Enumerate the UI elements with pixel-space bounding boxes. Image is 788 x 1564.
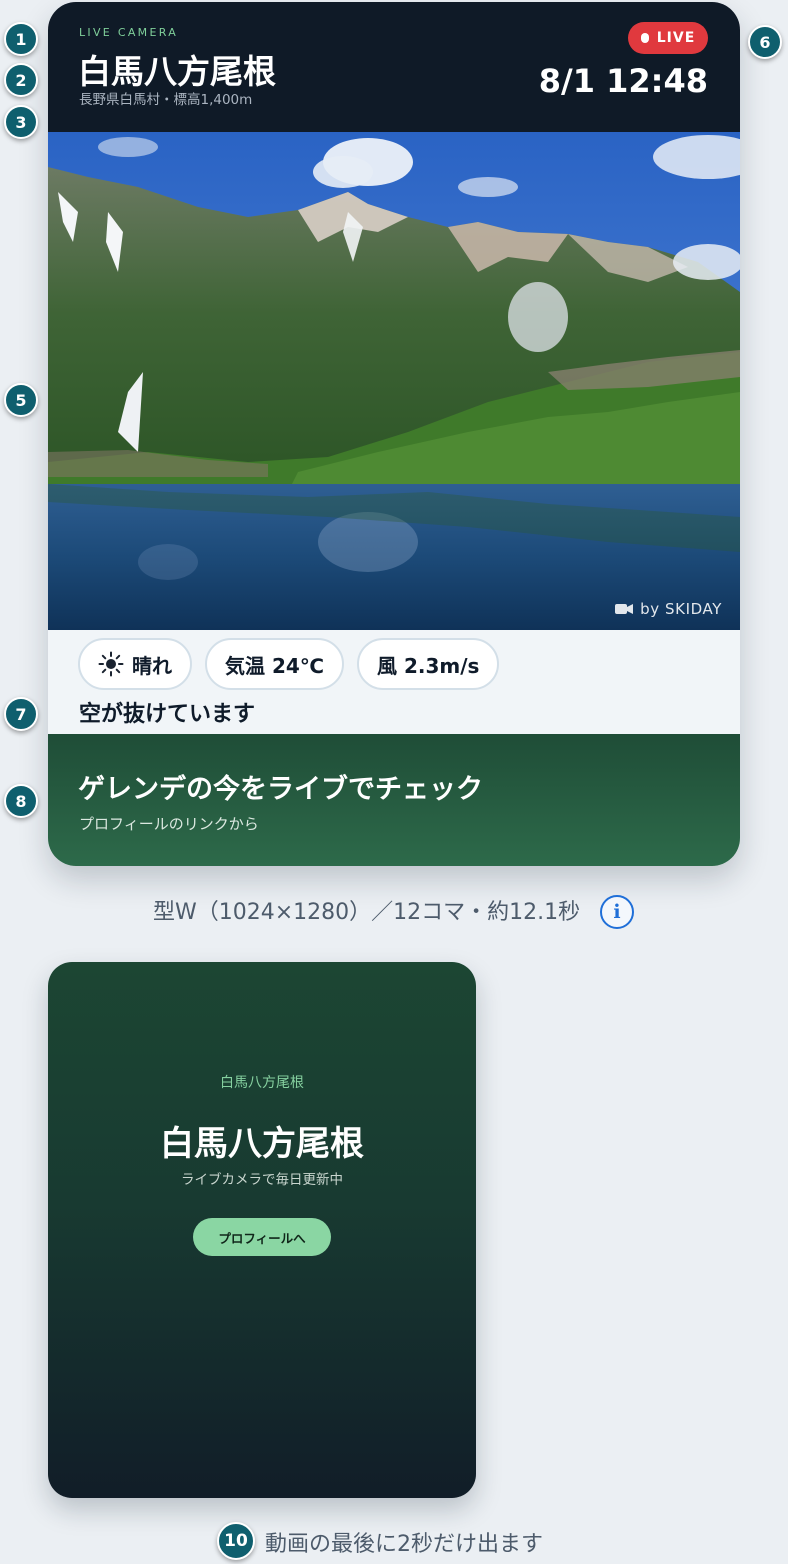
end-card: 白馬八方尾根 白馬八方尾根 ライブカメラで毎日更新中 プロフィールへ (48, 962, 476, 1498)
end-card-subtitle: ライブカメラで毎日更新中 (181, 1172, 343, 1188)
mountain-lake-scene (48, 132, 740, 630)
annotation-badge-3: 3 (4, 105, 38, 139)
annotation-badge-8: 8 (4, 784, 38, 818)
temperature-chip: 気温 24℃ (205, 638, 345, 690)
end-card-caption: 動画の最後に2秒だけ出ます (265, 1532, 543, 1557)
weather-chip: 晴れ (78, 638, 192, 690)
location-subtitle: 長野県白馬村・標高1,400m (79, 92, 253, 108)
wind-label: 風 2.3m/s (377, 653, 480, 678)
wind-chip: 風 2.3m/s (357, 638, 500, 690)
live-label: LIVE (656, 30, 696, 46)
annotation-badge-7: 7 (4, 697, 38, 731)
annotation-badge-2: 2 (4, 63, 38, 97)
credit-text: by SKIDAY (640, 600, 722, 618)
annotation-badge-6: 6 (748, 25, 782, 59)
video-camera-icon (615, 603, 634, 615)
condition-comment: 空が抜けています (79, 702, 256, 727)
end-card-title: 白馬八方尾根 (160, 1124, 364, 1164)
info-icon[interactable]: i (600, 895, 634, 929)
profile-button[interactable]: プロフィールへ (193, 1218, 331, 1256)
card-header: LIVE CAMERA 白馬八方尾根 長野県白馬村・標高1,400m LIVE … (48, 2, 740, 132)
weather-label: 晴れ (132, 653, 172, 678)
format-caption: 型W（1024×1280）／12コマ・約12.1秒 (153, 900, 581, 925)
camera-image: by SKIDAY (48, 132, 740, 630)
cta-subtitle: プロフィールのリンクから (79, 815, 259, 833)
sun-icon (98, 651, 124, 677)
annotation-badge-5: 5 (4, 383, 38, 417)
live-badge: LIVE (628, 22, 708, 54)
kicker-label: LIVE CAMERA (79, 26, 179, 39)
weather-chips: 晴れ 気温 24℃ 風 2.3m/s (78, 638, 500, 690)
live-dot-icon (640, 33, 649, 43)
annotation-badge-10: 10 (217, 1522, 255, 1560)
end-card-kicker: 白馬八方尾根 (220, 1075, 304, 1091)
datetime-display: 8/1 12:48 (538, 62, 708, 100)
location-title: 白馬八方尾根 (78, 52, 276, 91)
cta-banner: ゲレンデの今をライブでチェック プロフィールのリンクから (48, 734, 740, 866)
preview-card: LIVE CAMERA 白馬八方尾根 長野県白馬村・標高1,400m LIVE … (48, 2, 740, 866)
temperature-label: 気温 24℃ (225, 653, 325, 678)
annotation-badge-1: 1 (4, 22, 38, 56)
image-credit: by SKIDAY (615, 600, 722, 618)
cta-title: ゲレンデの今をライブでチェック (78, 774, 483, 805)
